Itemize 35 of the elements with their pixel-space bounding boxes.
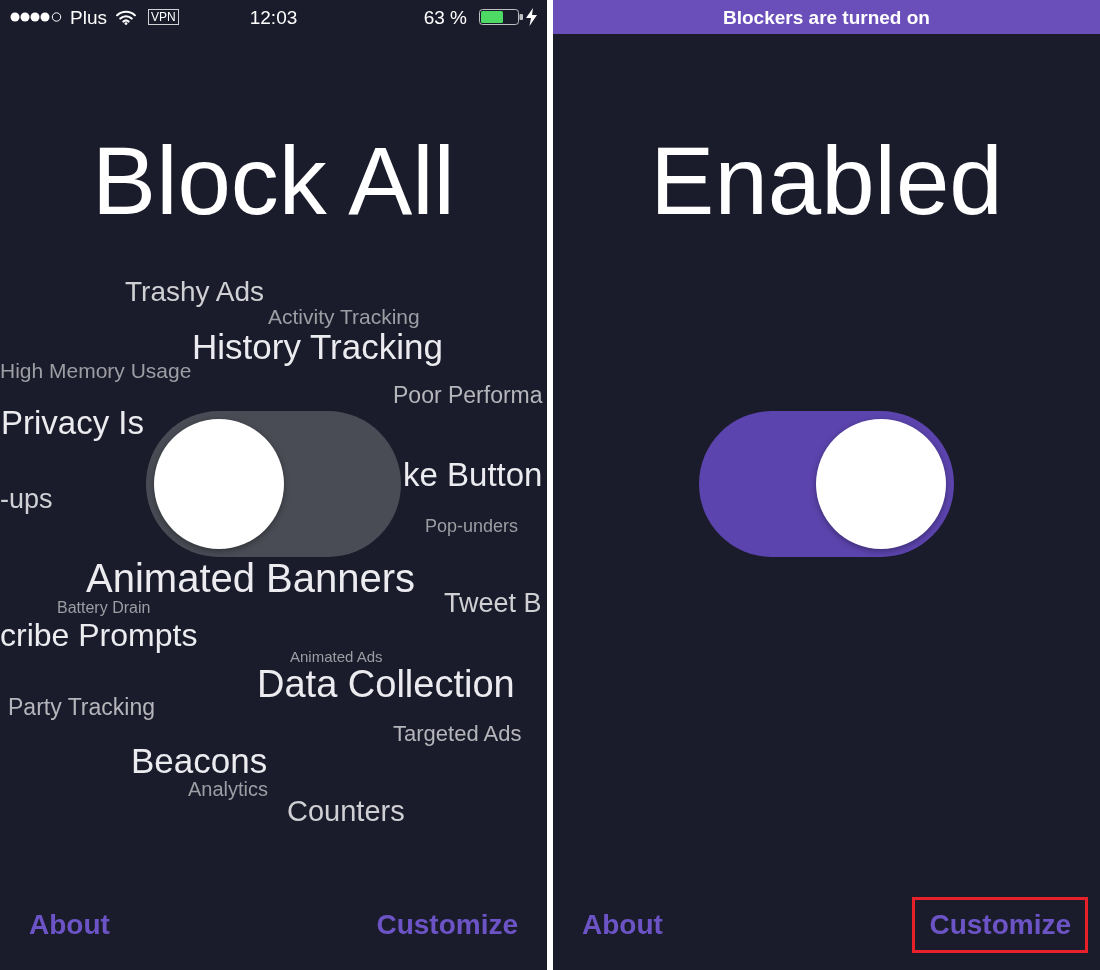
cloud-word: Trashy Ads <box>125 278 264 306</box>
charging-bolt-icon <box>526 8 537 26</box>
cloud-word: Poor Performa <box>393 384 543 407</box>
cloud-word: Battery Drain <box>57 600 151 616</box>
cloud-word: -ups <box>0 486 53 513</box>
cloud-word: Pop-unders <box>425 517 519 535</box>
cloud-word: Activity Tracking <box>268 306 420 327</box>
clock-time: 12:03 <box>249 7 298 27</box>
vpn-indicator: VPN <box>147 9 179 25</box>
cloud-word: cribe Prompts <box>0 619 198 651</box>
notification-banner: Blockers are turned on <box>553 0 1100 34</box>
cloud-word: High Memory Usage <box>0 360 192 381</box>
cloud-word: Counters <box>287 797 405 826</box>
screen-title: Block All <box>92 133 455 229</box>
battery-icon <box>479 9 523 25</box>
cloud-word: History Tracking <box>192 329 443 364</box>
cloud-word: Animated Ads <box>290 649 383 664</box>
cloud-word: Analytics <box>188 779 269 799</box>
cloud-word: Data Collection <box>257 665 515 703</box>
cloud-word: Tweet B <box>444 590 542 617</box>
cloud-word: Animated Banners <box>86 558 416 598</box>
screen-title: Enabled <box>650 133 1003 229</box>
cloud-word: Party Tracking <box>8 696 155 719</box>
about-button[interactable]: About <box>565 897 680 953</box>
cloud-word: Beacons <box>131 743 268 778</box>
customize-button[interactable]: Customize <box>359 897 535 953</box>
signal-strength-icon <box>10 12 62 22</box>
cloud-word: ke Button <box>403 458 543 491</box>
about-button[interactable]: About <box>12 897 127 953</box>
wifi-icon <box>115 9 136 25</box>
cloud-word: Targeted Ads <box>393 723 522 745</box>
battery-percentage: 63 % <box>423 7 467 27</box>
customize-button[interactable]: Customize <box>912 897 1088 953</box>
cloud-word: Privacy Is <box>1 406 145 439</box>
carrier-name: Plus <box>70 7 107 27</box>
